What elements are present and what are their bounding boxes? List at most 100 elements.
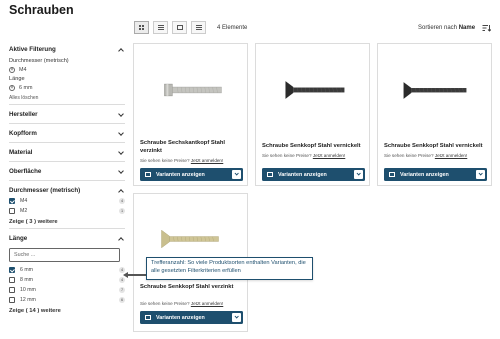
chevron-down-icon[interactable]	[117, 111, 125, 119]
product-card[interactable]: Schraube Sechskantkopf Stahl verzinkt Si…	[133, 43, 248, 186]
login-link[interactable]: Jetzt anmelden!	[435, 153, 467, 158]
black-countersunk-screw-image	[403, 82, 467, 99]
checkbox[interactable]	[9, 287, 15, 293]
black-countersunk-screw-image	[285, 81, 345, 99]
list-view-icon	[157, 24, 164, 31]
section-title: Kopfform	[9, 130, 37, 137]
price-note: Sie sehen keine Preise? Jetzt anmelden!	[262, 153, 345, 158]
sort-prefix: Sortieren nach	[418, 25, 458, 31]
variants-icon	[145, 172, 151, 177]
option-label: 12 mm	[20, 297, 36, 303]
price-note-text: Sie sehen keine Preise?	[140, 301, 190, 306]
login-link[interactable]: Jetzt anmelden!	[313, 153, 345, 158]
active-filter-title: Aktive Filterung	[9, 46, 56, 53]
sort-control[interactable]: Sortieren nach Name	[418, 25, 475, 31]
remove-filter-icon[interactable]: ×	[9, 66, 15, 73]
variants-icon	[389, 172, 395, 177]
checkbox[interactable]	[9, 198, 15, 204]
checkbox[interactable]	[9, 208, 15, 214]
section-title: Hersteller	[9, 111, 38, 118]
filter-section-head-shape[interactable]: Kopfform	[9, 128, 125, 139]
section-title: Oberfläche	[9, 168, 42, 175]
checkbox[interactable]	[9, 297, 15, 303]
hex-head-screw-image	[164, 83, 222, 97]
price-note-text: Sie sehen keine Preise?	[262, 153, 312, 158]
active-filter-length-label: Länge	[9, 76, 25, 82]
active-filter-chip[interactable]: × M4	[9, 66, 125, 73]
sort-order-icon[interactable]	[482, 24, 491, 32]
show-variants-button[interactable]: Varianten anzeigen	[140, 311, 243, 324]
result-count: 4 Elemente	[217, 25, 248, 31]
filter-option-6mm[interactable]: 6 mm 4	[9, 265, 125, 275]
show-variants-button[interactable]: Varianten anzeigen	[140, 168, 243, 181]
option-label: M4	[20, 198, 28, 204]
product-card[interactable]: Schraube Senkkopf Stahl vernickelt Sie s…	[377, 43, 492, 186]
tooltip-arrow-head	[123, 271, 128, 278]
grid-view-button[interactable]	[134, 21, 149, 34]
clear-all-link[interactable]: Alles löschen	[9, 95, 125, 101]
filter-section-manufacturer[interactable]: Hersteller	[9, 109, 125, 120]
count-badge: 4	[119, 277, 125, 283]
price-note-text: Sie sehen keine Preise?	[140, 158, 190, 163]
checkbox[interactable]	[9, 277, 15, 283]
option-label: 10 mm	[20, 287, 36, 293]
active-filter-chip[interactable]: × 6 mm	[9, 84, 125, 91]
option-label: 8 mm	[20, 277, 33, 283]
active-filter-header[interactable]: Aktive Filterung	[9, 44, 125, 55]
active-filter-diameter-label: Durchmesser (metrisch)	[9, 58, 69, 64]
chevron-down-icon[interactable]	[117, 168, 125, 176]
chevron-up-icon[interactable]	[117, 187, 125, 195]
filter-section-length[interactable]: Länge	[9, 233, 125, 244]
price-note: Sie sehen keine Preise? Jetzt anmelden!	[140, 301, 223, 306]
product-card[interactable]: Schraube Senkkopf Stahl vernickelt Sie s…	[255, 43, 370, 186]
filter-option-8mm[interactable]: 8 mm 4	[9, 275, 125, 285]
checkbox[interactable]	[9, 267, 15, 273]
show-more-length[interactable]: Zeige ( 14 ) weitere	[9, 308, 125, 314]
divider	[9, 142, 125, 143]
button-label: Varianten anzeigen	[156, 314, 205, 321]
tooltip-arrow	[126, 274, 146, 276]
button-label: Varianten anzeigen	[278, 171, 327, 178]
show-more-diameter[interactable]: Zeige ( 3 ) weitere	[9, 219, 125, 225]
filter-section-diameter[interactable]: Durchmesser (metrisch)	[9, 185, 125, 196]
length-search-input[interactable]: Suche ...	[9, 248, 120, 262]
chevron-down-icon	[232, 313, 241, 322]
product-title[interactable]: Schraube Sechskantkopf Stahl verzinkt	[140, 139, 244, 155]
remove-filter-icon[interactable]: ×	[9, 84, 15, 91]
chip-label: 6 mm	[19, 84, 33, 91]
variants-icon	[267, 172, 273, 177]
divider	[9, 161, 125, 162]
chevron-down-icon	[354, 170, 363, 179]
filter-section-material[interactable]: Material	[9, 147, 125, 158]
list-view-button[interactable]	[153, 21, 168, 34]
chevron-down-icon[interactable]	[117, 130, 125, 138]
show-variants-button[interactable]: Varianten anzeigen	[384, 168, 487, 181]
login-link[interactable]: Jetzt anmelden!	[191, 301, 223, 306]
show-variants-button[interactable]: Varianten anzeigen	[262, 168, 365, 181]
chip-label: M4	[19, 66, 27, 73]
product-title[interactable]: Schraube Senkkopf Stahl verzinkt	[140, 283, 244, 291]
chevron-down-icon	[232, 170, 241, 179]
wide-view-icon	[176, 25, 183, 30]
section-title: Länge	[9, 235, 28, 242]
product-title[interactable]: Schraube Senkkopf Stahl vernickelt	[384, 142, 490, 150]
divider	[9, 228, 125, 229]
filter-option-10mm[interactable]: 10 mm 7	[9, 285, 125, 295]
product-title[interactable]: Schraube Senkkopf Stahl vernickelt	[262, 142, 366, 150]
filter-option-m2[interactable]: M2 1	[9, 206, 125, 216]
option-label: 6 mm	[20, 267, 33, 273]
table-view-button[interactable]	[191, 21, 206, 34]
login-link[interactable]: Jetzt anmelden!	[191, 158, 223, 163]
filter-section-surface[interactable]: Oberfläche	[9, 166, 125, 177]
chevron-up-icon[interactable]	[117, 46, 125, 54]
chevron-up-icon[interactable]	[117, 235, 125, 243]
chevron-down-icon[interactable]	[117, 149, 125, 157]
filter-option-12mm[interactable]: 12 mm 6	[9, 295, 125, 305]
wide-view-button[interactable]	[172, 21, 187, 34]
price-note: Sie sehen keine Preise? Jetzt anmelden!	[384, 153, 467, 158]
chevron-down-icon	[476, 170, 485, 179]
count-badge: 4	[119, 198, 125, 204]
divider	[9, 104, 125, 105]
table-view-icon	[195, 24, 202, 31]
filter-option-m4[interactable]: M4 4	[9, 196, 125, 206]
